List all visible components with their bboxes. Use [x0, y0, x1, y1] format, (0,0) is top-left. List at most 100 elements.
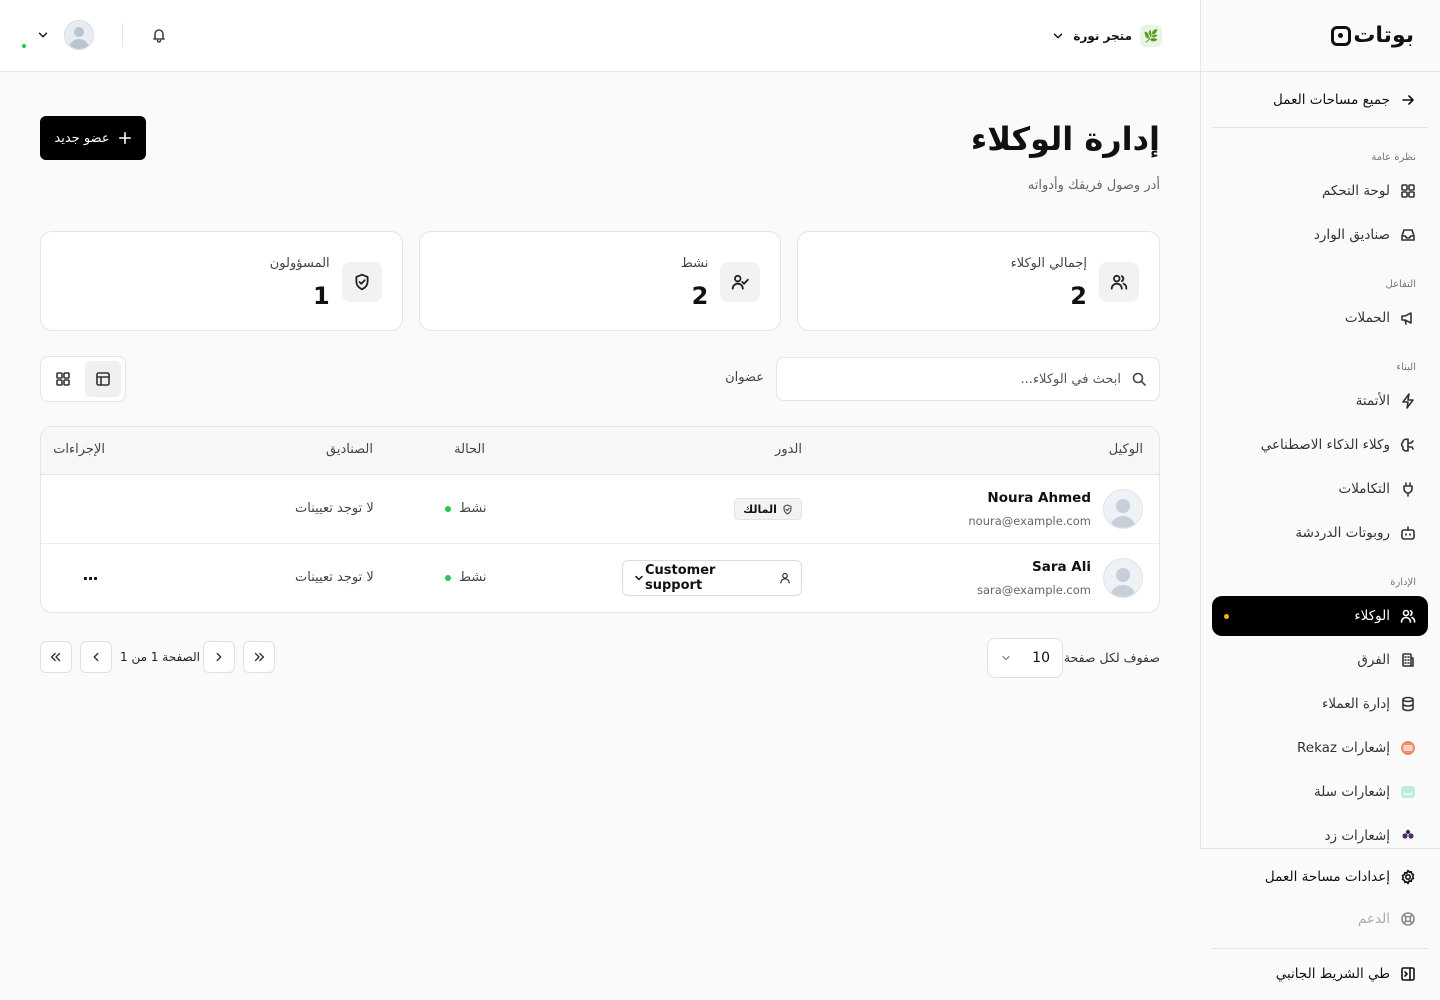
user-menu-chevron-icon[interactable] — [36, 28, 50, 42]
logo[interactable]: بوتات — [1331, 23, 1414, 48]
users-icon — [1099, 262, 1139, 302]
sidebar-item-customers[interactable]: إدارة العملاء — [1212, 684, 1428, 724]
grid-icon — [55, 371, 71, 387]
agent-name: Sara Ali — [1031, 559, 1091, 575]
active-indicator-dot — [1224, 614, 1229, 619]
salla-logo-icon — [1400, 784, 1416, 800]
sidebar-item-automation[interactable]: الأتمتة — [1212, 381, 1428, 421]
stats-row: إجمالي الوكلاء 2 نشط 2 المسؤولون 1 — [39, 231, 1160, 331]
sidebar-item-teams[interactable]: الفرق — [1212, 640, 1428, 680]
stat-label: إجمالي الوكلاء — [1010, 256, 1087, 271]
lifebuoy-icon — [1400, 911, 1416, 927]
double-chevron-right-icon — [252, 650, 266, 664]
leaf-icon: 🌿 — [1143, 29, 1159, 43]
status-badge: نشط — [445, 501, 487, 516]
sidebar-item-chatbots[interactable]: روبوتات الدردشة — [1212, 513, 1428, 553]
building-icon — [1400, 652, 1416, 668]
sidebar-panel-icon — [1400, 966, 1416, 982]
user-avatar[interactable] — [64, 20, 94, 50]
role-select[interactable]: Customer support — [622, 560, 802, 596]
sidebar-item-inboxes[interactable]: صناديق الوارد — [1212, 215, 1428, 255]
sidebar-footer: إعدادات مساحة العمل الدعم طي الشريط الجا… — [1200, 848, 1440, 1000]
sidebar-item-label: إشعارات زد — [1324, 828, 1391, 844]
logo-row: بوتات — [1201, 0, 1440, 72]
member-count-label: عضوان — [725, 370, 764, 385]
sidebar-item-label: التكاملات — [1338, 481, 1390, 497]
rekaz-logo-icon — [1400, 740, 1416, 756]
agent-email: noura@example.com — [968, 514, 1091, 528]
sidebar-item-integrations[interactable]: التكاملات — [1212, 469, 1428, 509]
topbar-divider — [122, 23, 123, 47]
sidebar-item-zid[interactable]: إشعارات زد — [1212, 816, 1428, 848]
page-indicator: الصفحة 1 من 1 — [120, 650, 200, 664]
grid-view-button[interactable] — [45, 361, 81, 397]
rows-per-page-select[interactable]: 10 — [987, 638, 1063, 678]
status-label: نشط — [459, 501, 487, 516]
agents-table: الوكيل الدور الحالة الصناديق الإجراءات N… — [40, 426, 1160, 613]
section-overview: نظرة عامة — [1371, 152, 1416, 163]
bell-icon[interactable] — [151, 27, 167, 43]
section-engagement: التفاعل — [1385, 279, 1417, 290]
user-check-icon — [720, 262, 761, 302]
table-view-button[interactable] — [85, 361, 121, 397]
row-actions-button[interactable]: ··· — [77, 565, 103, 591]
lightning-icon — [1400, 393, 1416, 409]
store-switcher[interactable]: 🌿 متجر نورة — [1051, 22, 1162, 50]
user-icon — [779, 572, 791, 584]
stat-card-active: نشط 2 — [418, 231, 782, 331]
sidebar-item-label: الحملات — [1344, 310, 1390, 326]
sidebar-item-ai-agents[interactable]: وكلاء الذكاء الاصطناعي — [1212, 425, 1428, 465]
sidebar-item-label: صناديق الوارد — [1313, 227, 1390, 243]
sidebar-item-salla[interactable]: إشعارات سلة — [1212, 772, 1428, 812]
collapse-sidebar-button[interactable]: طي الشريط الجانبي — [1212, 953, 1428, 995]
logo-text: بوتات — [1353, 23, 1414, 48]
sidebar-item-label: الوكلاء — [1354, 608, 1390, 624]
workspace-settings-link[interactable]: إعدادات مساحة العمل — [1212, 856, 1428, 898]
table-toolbar: عضوان — [40, 356, 1160, 402]
header-agent[interactable]: الوكيل — [1109, 442, 1143, 457]
header-inboxes[interactable]: الصناديق — [326, 442, 373, 457]
robot-icon — [1400, 525, 1416, 541]
section-build: البناء — [1396, 362, 1416, 373]
gear-icon — [1400, 869, 1416, 885]
role-label: المالك — [743, 502, 777, 516]
all-workspaces-label: جميع مساحات العمل — [1273, 91, 1390, 108]
sidebar-item-label: الأتمتة — [1355, 393, 1390, 409]
logo-mark-icon — [1331, 25, 1352, 46]
page-title: إدارة الوكلاء — [970, 120, 1160, 158]
arrow-right-icon — [1400, 92, 1416, 108]
header-status[interactable]: الحالة — [454, 442, 485, 457]
last-page-button[interactable] — [40, 641, 72, 673]
search-input[interactable] — [801, 371, 1121, 387]
megaphone-icon — [1400, 310, 1416, 326]
sidebar-nav[interactable]: نظرة عامة لوحة التحكم صناديق الوارد التف… — [1200, 128, 1440, 848]
sidebar-item-rekaz[interactable]: إشعارات Rekaz — [1212, 728, 1428, 768]
first-page-button[interactable] — [243, 641, 275, 673]
table-row: Sara Ali sara@example.com Customer suppo… — [41, 544, 1159, 612]
sidebar-item-label: روبوتات الدردشة — [1295, 525, 1390, 541]
chevron-down-icon — [1000, 652, 1012, 664]
stat-label: نشط — [680, 256, 709, 271]
rows-per-page-label: صفوف لكل صفحة — [1063, 650, 1160, 665]
previous-page-button[interactable] — [203, 641, 235, 673]
support-link[interactable]: الدعم — [1212, 898, 1428, 940]
sidebar-item-agents[interactable]: الوكلاء — [1212, 596, 1428, 636]
table-icon — [95, 371, 111, 387]
sidebar-item-campaigns[interactable]: الحملات — [1212, 298, 1428, 338]
sidebar-item-label: إدارة العملاء — [1322, 696, 1390, 712]
zid-logo-icon — [1400, 828, 1416, 844]
stat-value: 2 — [1070, 282, 1087, 310]
sidebar-item-label: لوحة التحكم — [1321, 183, 1390, 199]
workspace-settings-label: إعدادات مساحة العمل — [1264, 869, 1390, 885]
agent-email: sara@example.com — [976, 583, 1091, 597]
all-workspaces-link[interactable]: جميع مساحات العمل — [1213, 72, 1428, 128]
database-icon — [1400, 696, 1416, 712]
inbox-assignments: لا توجد تعيينات — [295, 501, 374, 516]
add-member-button[interactable]: عضو جديد — [40, 116, 146, 160]
header-role[interactable]: الدور — [775, 442, 802, 457]
sidebar-item-dashboard[interactable]: لوحة التحكم — [1212, 171, 1428, 211]
next-page-button[interactable] — [80, 641, 112, 673]
sidebar-divider — [1212, 948, 1428, 949]
sidebar-item-label: الفرق — [1357, 652, 1390, 668]
add-member-label: عضو جديد — [54, 130, 110, 146]
